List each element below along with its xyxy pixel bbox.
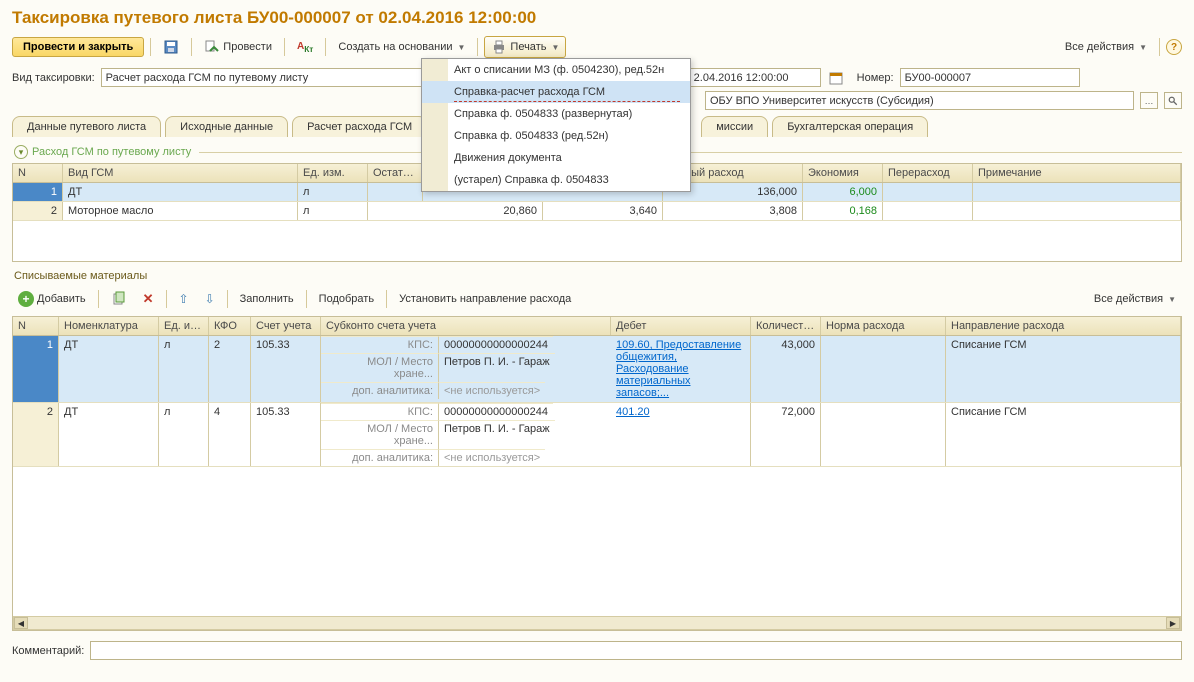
- collapse-icon[interactable]: ▾: [14, 145, 28, 159]
- materials-grid: N Номенклатура Ед. изм. КФО Счет учета С…: [12, 316, 1182, 631]
- tab-fuel-calc[interactable]: Расчет расхода ГСМ: [292, 116, 427, 137]
- post-button[interactable]: Провести: [198, 36, 278, 58]
- pick-button[interactable]: Подобрать: [313, 290, 380, 308]
- materials-toolbar: +Добавить ✕ ⇧ ⇩ Заполнить Подобрать Уста…: [12, 288, 1182, 310]
- move-up-button[interactable]: ⇧: [173, 289, 195, 309]
- tab-accounting[interactable]: Бухгалтерская операция: [772, 116, 928, 137]
- org-field[interactable]: ОБУ ВПО Университет искусств (Субсидия): [705, 91, 1134, 110]
- search-icon: [1168, 96, 1178, 106]
- fill-button[interactable]: Заполнить: [234, 290, 300, 308]
- print-dropdown: Акт о списании МЗ (ф. 0504230), ред.52н …: [421, 58, 691, 192]
- type-label: Вид таксировки:: [12, 72, 95, 84]
- scroll-left-icon[interactable]: ◀: [14, 617, 28, 629]
- comment-label: Комментарий:: [12, 645, 84, 657]
- set-direction-button[interactable]: Установить направление расхода: [393, 290, 577, 308]
- col-econ: Экономия: [803, 164, 883, 182]
- search-button[interactable]: [1164, 92, 1182, 109]
- main-toolbar: Провести и закрыть Провести АКт Создать …: [12, 36, 1182, 58]
- table-row[interactable]: 2 Моторное масло л 20,860 3,640 3,808 0,…: [13, 202, 1181, 221]
- tab-source-data[interactable]: Исходные данные: [165, 116, 288, 137]
- save-button[interactable]: [157, 36, 185, 58]
- create-based-button[interactable]: Создать на основании▼: [332, 38, 471, 56]
- date-field[interactable]: 2.04.2016 12:00:00: [689, 68, 821, 87]
- dropdown-item[interactable]: Справка ф. 0504833 (ред.52н): [422, 125, 690, 147]
- delete-icon: ✕: [143, 291, 154, 307]
- h-scrollbar[interactable]: ◀ ▶: [13, 616, 1181, 630]
- ellipsis-button[interactable]: …: [1140, 92, 1158, 109]
- floppy-icon: [163, 39, 179, 55]
- chevron-down-icon: ▼: [1139, 43, 1147, 52]
- comment-field[interactable]: [90, 641, 1182, 660]
- dropdown-item[interactable]: Справка ф. 0504833 (развернутая): [422, 103, 690, 125]
- printer-icon: [491, 39, 507, 55]
- col-ed: Ед. изм.: [298, 164, 368, 182]
- all-actions-button-2[interactable]: Все действия▼: [1088, 290, 1182, 308]
- section-title: Списываемые материалы: [14, 270, 1182, 282]
- post-icon: [204, 39, 220, 55]
- help-icon[interactable]: ?: [1166, 39, 1182, 55]
- add-button[interactable]: +Добавить: [12, 288, 92, 310]
- move-down-button[interactable]: ⇩: [199, 289, 221, 309]
- col-n: N: [13, 164, 63, 182]
- print-button[interactable]: Печать▼: [484, 36, 566, 58]
- akt-icon: АКт: [297, 41, 313, 54]
- col-vid: Вид ГСМ: [63, 164, 298, 182]
- delete-button[interactable]: ✕: [137, 288, 160, 310]
- debit-link[interactable]: 109.60, Предоставление общежития, Расход…: [616, 339, 741, 399]
- table-row[interactable]: 2 ДТ л 4 105.33 КПС:00000000000000244 МО…: [13, 403, 1181, 467]
- col-prim: Примечание: [973, 164, 1181, 182]
- copy-button[interactable]: [105, 288, 133, 310]
- dropdown-item[interactable]: Акт о списании МЗ (ф. 0504230), ред.52н: [422, 59, 690, 81]
- number-label: Номер:: [857, 72, 894, 84]
- arrow-down-icon: ⇩: [205, 292, 215, 306]
- col-ost: Остато...: [368, 164, 423, 182]
- chevron-down-icon: ▼: [551, 43, 559, 52]
- arrow-up-icon: ⇧: [179, 292, 189, 306]
- chevron-down-icon: ▼: [458, 43, 466, 52]
- tab-waysheet-data[interactable]: Данные путевого листа: [12, 116, 161, 137]
- calendar-icon: [828, 70, 844, 86]
- dropdown-item[interactable]: (устарел) Справка ф. 0504833: [422, 169, 690, 191]
- tab-commission[interactable]: миссии: [701, 116, 768, 137]
- dropdown-item[interactable]: Справка-расчет расхода ГСМ: [422, 81, 690, 103]
- all-actions-button[interactable]: Все действия▼: [1059, 38, 1153, 56]
- table-row[interactable]: 1 ДТ л 2 105.33 КПС:00000000000000244 МО…: [13, 336, 1181, 403]
- col-per: Перерасход: [883, 164, 973, 182]
- akt-button[interactable]: АКт: [291, 38, 319, 57]
- calendar-button[interactable]: [827, 69, 845, 87]
- group-title: Расход ГСМ по путевому листу: [32, 146, 191, 158]
- scroll-right-icon[interactable]: ▶: [1166, 617, 1180, 629]
- chevron-down-icon: ▼: [1168, 295, 1176, 304]
- post-and-close-button[interactable]: Провести и закрыть: [12, 37, 144, 57]
- page-title: Таксировка путевого листа БУ00-000007 от…: [12, 8, 1182, 28]
- debit-link[interactable]: 401.20: [616, 406, 650, 418]
- number-field[interactable]: БУ00-000007: [900, 68, 1080, 87]
- plus-icon: +: [18, 291, 34, 307]
- dropdown-item[interactable]: Движения документа: [422, 147, 690, 169]
- copy-icon: [111, 291, 127, 307]
